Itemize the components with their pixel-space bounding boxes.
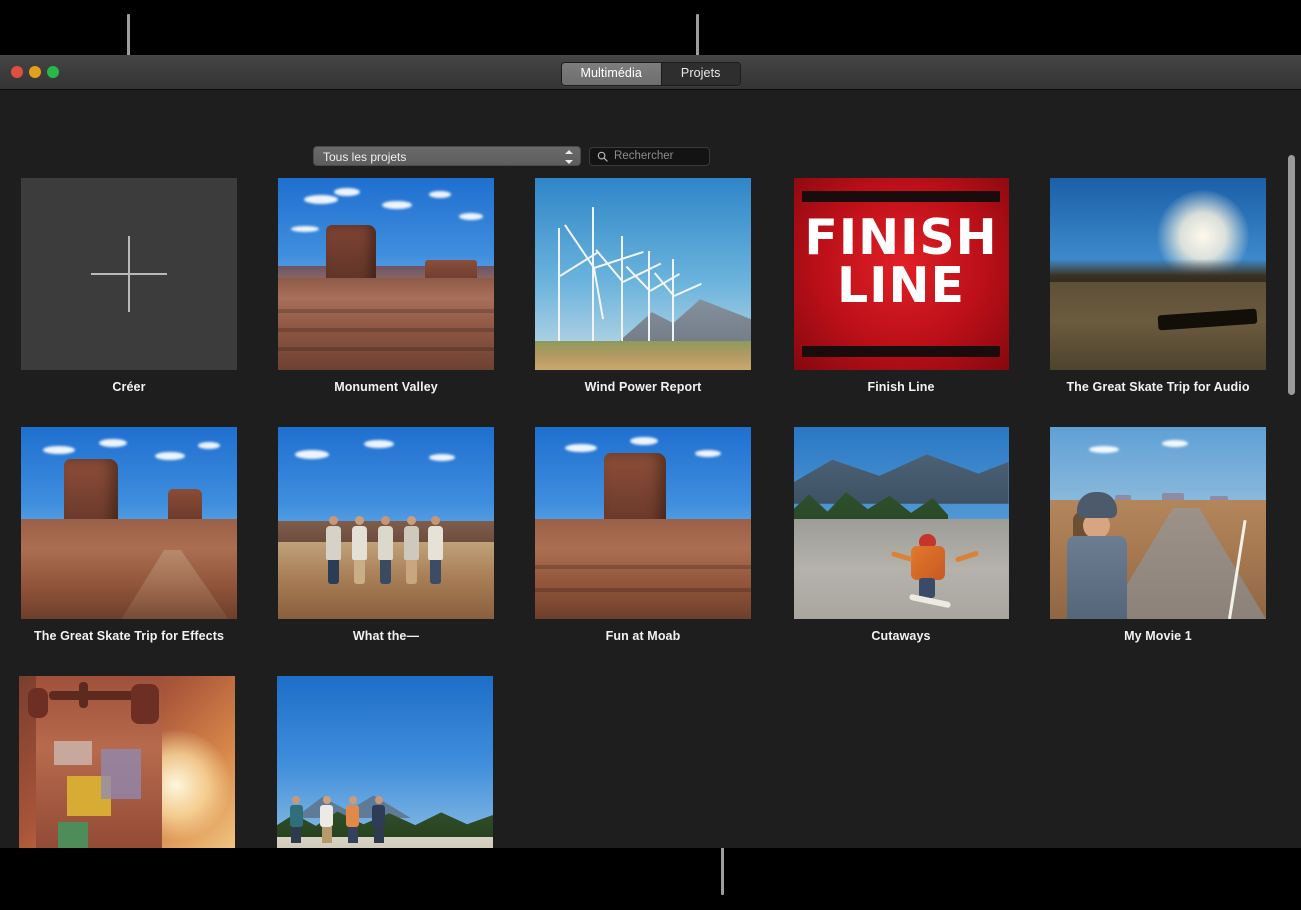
project-thumbnail[interactable] [278, 178, 494, 370]
projects-row-2: The Great Skate Trip for Effects [0, 401, 1301, 650]
screenshot-root: Multimédia Projets Tous les projets Rech… [0, 0, 1301, 910]
project-thumbnail[interactable] [535, 427, 751, 619]
project-thumbnail[interactable] [1050, 178, 1266, 370]
project-thumbnail[interactable] [278, 427, 494, 619]
project-label: The Great Skate Trip for Audio [1050, 380, 1266, 394]
project-tile-creer[interactable]: Créer [21, 178, 237, 394]
project-label: Monument Valley [278, 380, 494, 394]
project-tile-wind-power-report[interactable]: Wind Power Report [535, 178, 751, 394]
project-tile-fun-at-moab[interactable]: Fun at Moab [535, 427, 751, 643]
project-thumbnail[interactable] [21, 427, 237, 619]
minimize-window-button[interactable] [29, 66, 41, 78]
project-tile-monument-valley[interactable]: Monument Valley [278, 178, 494, 394]
filter-bar: Tous les projets Rechercher [0, 90, 1301, 152]
project-label: Cutaways [793, 629, 1009, 643]
projects-row-3 [0, 650, 1301, 848]
project-tile-my-movie-1[interactable]: My Movie 1 [1050, 427, 1266, 643]
project-thumbnail[interactable]: FINISH LINE [794, 178, 1009, 370]
traffic-lights [11, 66, 59, 78]
projects-row-1: Créer [0, 152, 1301, 401]
project-label: Fun at Moab [535, 629, 751, 643]
project-thumbnail[interactable] [19, 676, 235, 848]
project-label: My Movie 1 [1050, 629, 1266, 643]
project-tile-cutaways[interactable]: Cutaways [793, 427, 1009, 643]
project-tile-finish-line[interactable]: FINISH LINE Finish Line [793, 178, 1009, 394]
tab-multimedia[interactable]: Multimédia [561, 63, 661, 85]
create-project-placeholder[interactable] [21, 178, 237, 370]
close-window-button[interactable] [11, 66, 23, 78]
vertical-scrollbar[interactable] [1288, 155, 1295, 395]
create-thumbnail[interactable] [21, 178, 237, 370]
project-label: Créer [21, 380, 237, 394]
view-mode-segmented-control[interactable]: Multimédia Projets [560, 62, 740, 86]
imovie-window: Multimédia Projets Tous les projets Rech… [0, 55, 1301, 848]
project-label: Finish Line [793, 380, 1009, 394]
project-tile-great-skate-trip-audio[interactable]: The Great Skate Trip for Audio [1050, 178, 1266, 394]
project-thumbnail[interactable] [794, 427, 1009, 619]
project-label: Wind Power Report [535, 380, 751, 394]
project-label: The Great Skate Trip for Effects [21, 629, 237, 643]
project-thumbnail[interactable] [1050, 427, 1266, 619]
project-tile-skateboard[interactable] [19, 676, 235, 848]
zoom-window-button[interactable] [47, 66, 59, 78]
project-tile-walking-group[interactable] [277, 676, 493, 848]
window-titlebar: Multimédia Projets [0, 55, 1301, 90]
project-label: What the— [278, 629, 494, 643]
finish-line-text-1: FINISH [794, 214, 1009, 261]
project-tile-what-the[interactable]: What the— [278, 427, 494, 643]
finish-line-text-2: LINE [794, 262, 1009, 309]
project-thumbnail[interactable] [277, 676, 493, 848]
tab-projets[interactable]: Projets [662, 63, 740, 85]
project-tile-great-skate-trip-effects[interactable]: The Great Skate Trip for Effects [21, 427, 237, 643]
projects-grid: Créer [0, 152, 1301, 848]
project-thumbnail[interactable] [535, 178, 751, 370]
